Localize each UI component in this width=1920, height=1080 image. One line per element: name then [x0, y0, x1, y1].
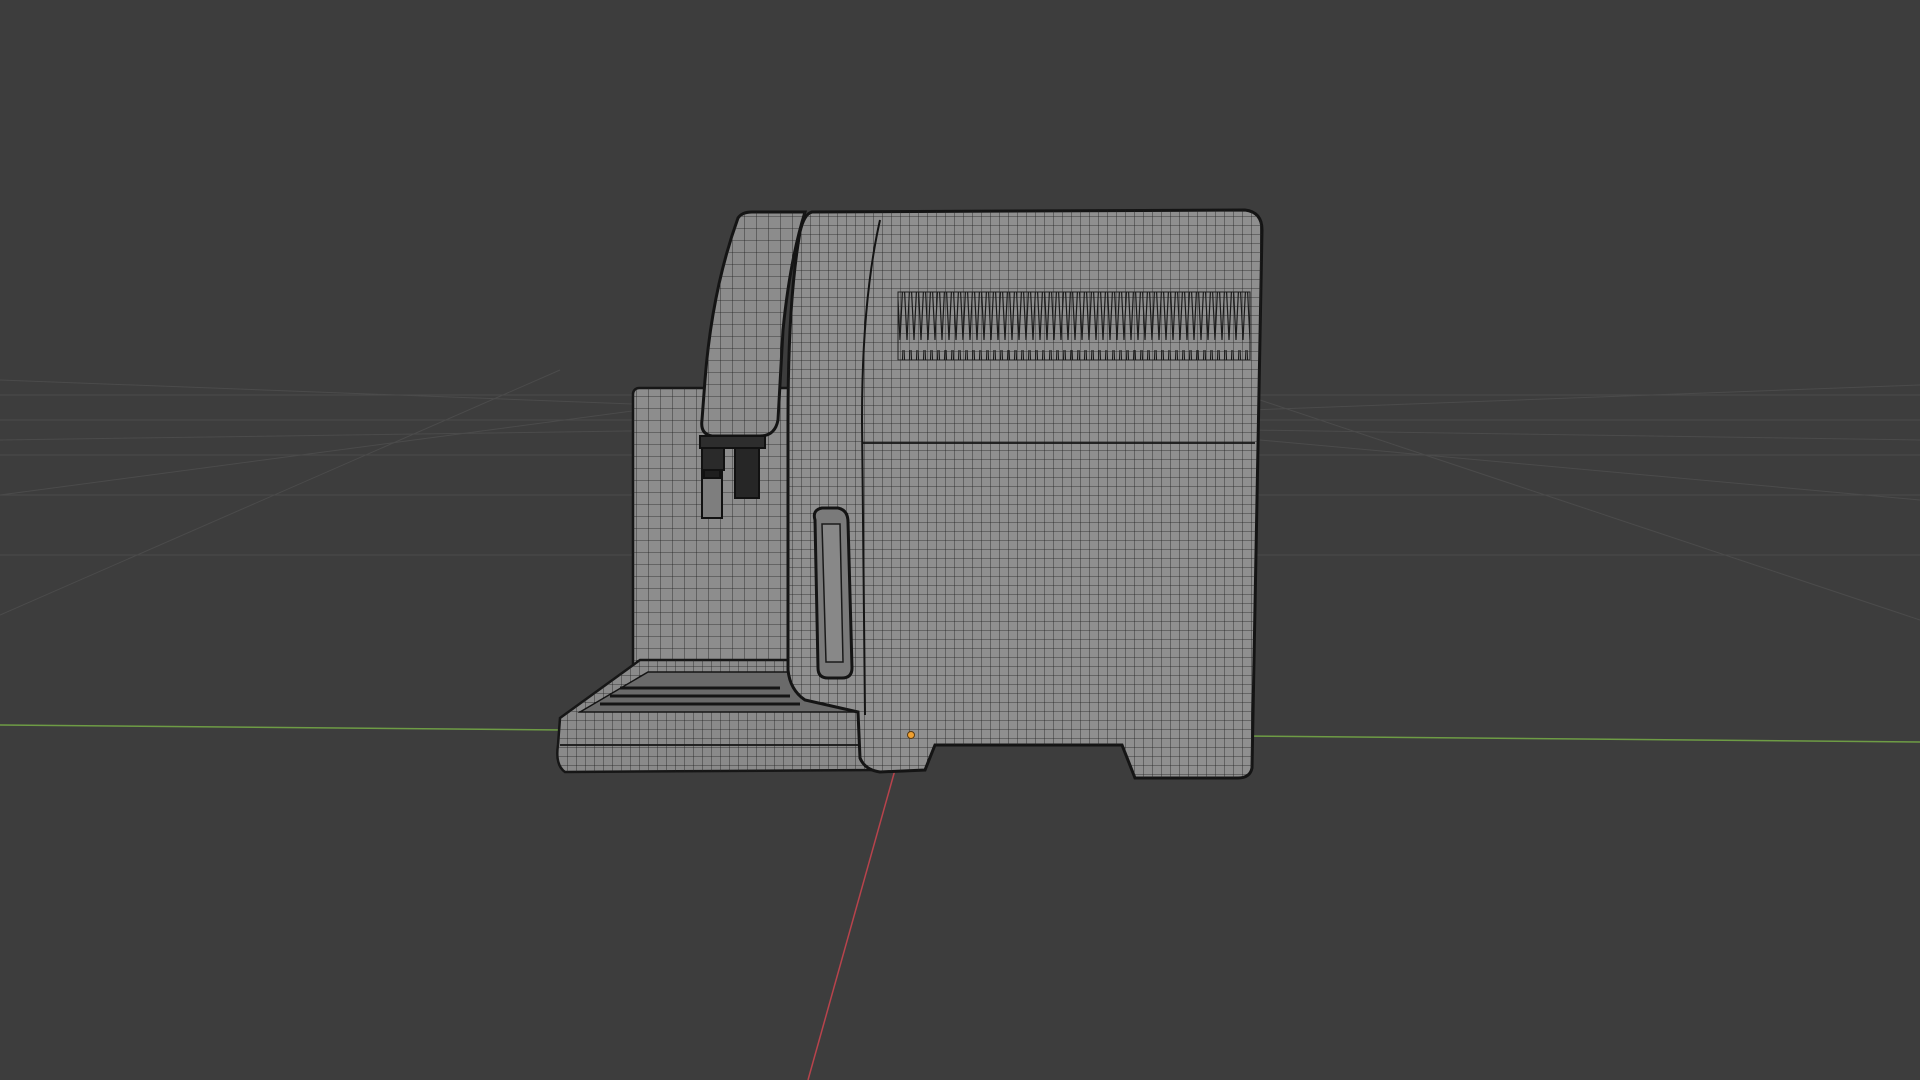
3d-viewport[interactable]: [0, 0, 1920, 1080]
vent-grille: [897, 291, 1251, 361]
coffee-machine-model[interactable]: [556, 208, 1264, 780]
y-axis-line: [807, 744, 903, 1080]
origin-marker: [907, 731, 915, 739]
